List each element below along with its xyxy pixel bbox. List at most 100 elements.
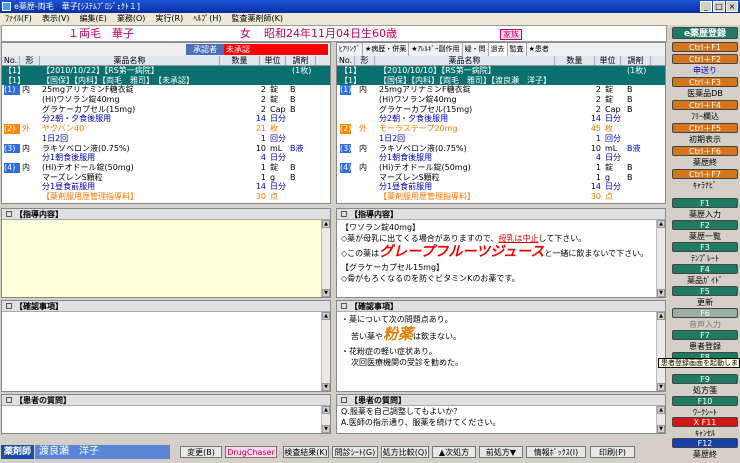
f4-key[interactable]: F4 (672, 264, 738, 274)
history-end-label[interactable]: 薬歴終 (672, 449, 738, 460)
info-box-button[interactable]: 情報ﾎﾞｯｸｽ(I) (526, 446, 586, 458)
print-button[interactable]: 印刷(P) (590, 446, 635, 458)
f2-key[interactable]: F2 (672, 220, 738, 230)
family-badge[interactable]: 家族 (500, 29, 522, 40)
test-result-button[interactable]: 検査結果(K) (283, 446, 329, 458)
question-section-left[interactable]: 【患者の質問】 ▲ ▼ (1, 394, 331, 434)
drug-row[interactable]: (4) 内 (Hi)テオドール錠(50mg) 1 錠 B (2, 162, 330, 173)
scrollbar[interactable]: ▲ ▼ (656, 406, 665, 433)
drug-row[interactable]: マーズレンS顆粒 1 g B (2, 173, 330, 183)
drug-row[interactable]: (2) 外 モーラステープ20mg 45 枚 (337, 124, 665, 134)
scroll-up-icon[interactable]: ▲ (657, 406, 665, 414)
ctrl-f3-key[interactable]: Ctrl＋F3 (672, 77, 738, 87)
drug-guide-label[interactable]: 薬品ｶﾞｲﾄﾞ (672, 275, 738, 286)
menu-edit[interactable]: 編集(E) (75, 13, 112, 25)
prev-prescription-button[interactable]: 前処方▼ (479, 446, 523, 458)
confirm-section-left[interactable]: 【確認事項】 ▲ ▼ (1, 300, 331, 392)
drug-row[interactable]: 分2朝・夕食後服用 14 日分 (2, 114, 330, 124)
scroll-up-icon[interactable]: ▲ (322, 220, 330, 228)
drug-row[interactable]: 1日2回 1 回分 (2, 134, 330, 144)
ctrl-f2-key[interactable]: Ctrl＋F2 (672, 54, 738, 64)
drug-row[interactable]: 分1朝食後服用 4 日分 (337, 153, 665, 163)
menu-run[interactable]: 実行(R) (150, 13, 188, 25)
scrollbar[interactable]: ▲ ▼ (321, 406, 330, 433)
update-label[interactable]: 更新 (672, 297, 738, 308)
scroll-up-icon[interactable]: ▲ (322, 312, 330, 320)
prescription-group-row[interactable]: 【1】 【国保】【内科】【両毛 雅司】 【未承認】 (2, 75, 330, 86)
scroll-up-icon[interactable]: ▲ (657, 312, 665, 320)
menu-file[interactable]: ﾌｧｲﾙ(F) (0, 13, 37, 25)
question-section-right[interactable]: 【患者の質問】 Q.服薬を自己調整してもよいか？ A.医師の指示通り、服薬を続け… (336, 394, 666, 434)
drug-row[interactable]: (2) 外 ヤクバン40 21 枚 (2, 124, 330, 134)
template-label[interactable]: ﾃﾝﾌﾟﾚｰﾄ (672, 253, 738, 264)
tab-history[interactable]: ★病歴・併薬 (363, 43, 410, 56)
scroll-down-icon[interactable]: ▼ (657, 289, 665, 297)
prescription-group-row[interactable]: 【1】 【国保】【内科】【両毛 雅司】【渡良瀬 洋子】 (337, 75, 665, 86)
ctrl-f5-key[interactable]: Ctrl＋F5 (672, 123, 738, 133)
scrollbar[interactable]: ▲ ▼ (321, 312, 330, 391)
drug-row[interactable]: (3) 内ラキソベロン液(0.75%) 10 mL B液 (337, 143, 665, 154)
ctrl-f7-key[interactable]: Ctrl＋F7 (672, 169, 738, 179)
character-navi-label[interactable]: ｷｬﾗﾅﾋﾞ (672, 180, 738, 191)
drugchaser-button[interactable]: DrugChaser (225, 446, 277, 458)
prescription-group-row[interactable]: 【1】 【2010/10/22】【RS第一病院】 (1枚) (2, 66, 330, 76)
drug-row[interactable]: (3) 内ラキソベロン液(0.75%) 10 mL B液 (2, 143, 330, 154)
menu-view[interactable]: 表示(V) (37, 13, 75, 25)
f6-key[interactable]: F6 (672, 308, 738, 318)
f5-key[interactable]: F5 (672, 286, 738, 296)
drug-row[interactable]: マーズレンS顆粒 1 g B (337, 173, 665, 183)
compare-button[interactable]: 処方比較(Q) (381, 446, 429, 458)
tab-audit[interactable]: 監査 (508, 43, 527, 56)
scrollbar[interactable]: ▲ ▼ (656, 312, 665, 391)
drug-row[interactable]: 分1昼食前服用 14 日分 (337, 182, 665, 192)
menu-help[interactable]: ﾍﾙﾌﾟ(H) (188, 13, 226, 25)
maximize-button[interactable]: □ (713, 1, 725, 12)
tab-hearing[interactable]: ﾋｱﾘﾝｸﾞ (337, 43, 363, 56)
approver-value[interactable]: 未承認 (224, 44, 328, 55)
drug-row[interactable]: (1) 内 25mgアリナミンF糖衣錠 2 錠 B (2, 85, 330, 96)
minimize-button[interactable]: _ (700, 1, 712, 12)
pharmacist-name[interactable]: 渡良瀬 洋子 (35, 445, 170, 459)
f10-key[interactable]: F10 (672, 396, 738, 406)
menu-audit[interactable]: 監査薬剤師(K) (226, 13, 288, 25)
drug-row[interactable]: 1日2回 1 回分 (337, 134, 665, 144)
drug-row[interactable]: (Hi)ワソラン錠40mg 2 錠 B (2, 95, 330, 105)
scroll-down-icon[interactable]: ▼ (322, 425, 330, 433)
drug-row[interactable]: グラケーカプセル(15mg) 2 Cap B (2, 105, 330, 115)
history-list-label[interactable]: 薬歴一覧 (672, 231, 738, 242)
initial-display-label[interactable]: 初期表示 (672, 134, 738, 145)
drug-row[interactable]: 分2朝・夕食後服用 14 日分 (337, 114, 665, 124)
drug-row[interactable]: グラケーカプセル(15mg) 2 Cap B (337, 105, 665, 115)
scroll-up-icon[interactable]: ▲ (657, 220, 665, 228)
prescription-group-row[interactable]: 【1】 【2010/10/10】【RS第一病院】 (1枚) (337, 66, 665, 76)
tab-past[interactable]: 過去 (488, 43, 508, 56)
voice-input-label[interactable]: 音声入力 (672, 319, 738, 330)
f9-key[interactable]: F9 (672, 374, 738, 384)
scroll-up-icon[interactable]: ▲ (322, 406, 330, 414)
drug-row[interactable]: 【薬剤服用歴管理指導料】 30 点 (2, 192, 330, 202)
drug-row[interactable]: 分1昼食前服用 14 日分 (2, 182, 330, 192)
drug-row[interactable]: 分1朝食後服用 4 日分 (2, 153, 330, 163)
questionnaire-button[interactable]: 問診ｼｰﾄ(G) (332, 446, 378, 458)
menu-business[interactable]: 業務(O) (112, 13, 151, 25)
drug-row[interactable]: (Hi)ワソラン錠40mg 2 錠 B (337, 95, 665, 105)
scrollbar[interactable]: ▲ ▼ (321, 220, 330, 297)
history-input-label[interactable]: 薬歴入力 (672, 209, 738, 220)
f7-key[interactable]: F7 (672, 330, 738, 340)
close-button[interactable]: × (726, 1, 738, 12)
scrollbar[interactable]: ▲ ▼ (656, 220, 665, 297)
next-prescription-button[interactable]: ▲次処方 (432, 446, 476, 458)
tab-patient[interactable]: ★患者 (527, 43, 551, 56)
history-end-label[interactable]: 薬歴終 (672, 157, 738, 168)
drug-db-label[interactable]: 医薬品DB (672, 88, 738, 99)
send-label[interactable]: 申送り (672, 65, 738, 76)
prescription-label[interactable]: 処方箋 (672, 385, 738, 396)
drug-row[interactable]: (1) 内 25mgアリナミンF糖衣錠 2 錠 B (337, 85, 665, 96)
tab-allergy[interactable]: ★ｱﾚﾙｷﾞｰ副作用 (409, 43, 463, 56)
ctrl-f1-key[interactable]: Ctrl＋F1 (672, 42, 738, 52)
confirm-section-right[interactable]: 【確認事項】 ・薬について次の問題点あり。 苦い薬や粉薬は飲まない。 ・花粉症の… (336, 300, 666, 392)
scroll-down-icon[interactable]: ▼ (322, 289, 330, 297)
drug-row[interactable]: (4) 内 (Hi)テオドール錠(50mg) 1 錠 B (337, 162, 665, 173)
f3-key[interactable]: F3 (672, 242, 738, 252)
ctrl-f6-key[interactable]: Ctrl＋F6 (672, 146, 738, 156)
